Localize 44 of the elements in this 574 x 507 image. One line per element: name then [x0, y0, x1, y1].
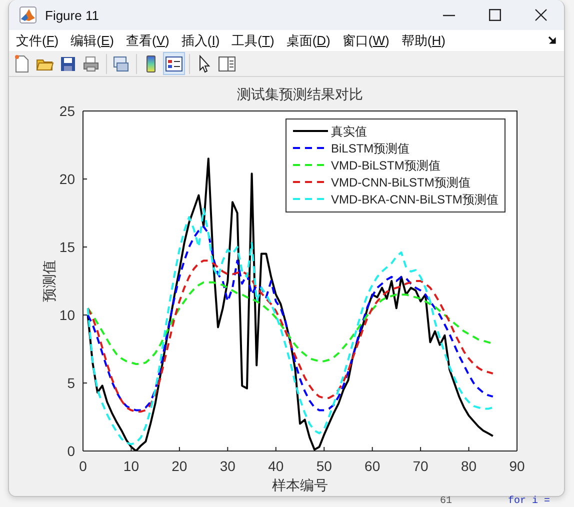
y-axis-label: 预测值	[43, 260, 58, 302]
maximize-icon	[489, 9, 501, 21]
menu-item[interactable]: 文件(F)	[12, 32, 63, 50]
app-icon	[19, 6, 37, 24]
print-icon	[81, 54, 101, 74]
tick-label: 80	[461, 458, 477, 474]
tick-label: 10	[123, 458, 139, 474]
tick-label: 0	[79, 458, 87, 474]
legend-label: 真实值	[331, 124, 367, 138]
menu-item[interactable]: 桌面(D)	[282, 32, 334, 50]
legend-label: VMD-BKA-CNN-BiLSTM预测值	[331, 192, 498, 206]
close-icon	[535, 9, 547, 21]
legend-label: VMD-CNN-BiLSTM预测值	[331, 176, 470, 190]
property-editor-icon	[217, 54, 237, 74]
window-title: Figure 11	[45, 8, 100, 22]
tick-label: 5	[67, 375, 75, 391]
tick-label: 20	[172, 458, 188, 474]
legend-label: BiLSTM预测值	[331, 142, 410, 156]
tick-label: 15	[59, 239, 75, 255]
legend-button[interactable]	[163, 52, 185, 76]
menu-item[interactable]: 编辑(E)	[66, 32, 118, 50]
code-line: for i =	[508, 497, 550, 507]
chart-title: 测试集预测结果对比	[237, 88, 363, 103]
tick-label: 50	[316, 458, 332, 474]
tick-label: 30	[220, 458, 236, 474]
legend-label: VMD-BiLSTM预测值	[331, 158, 440, 172]
linked-windows-icon	[111, 54, 131, 74]
tick-label: 10	[59, 307, 75, 323]
dock-arrow-icon[interactable]	[548, 36, 558, 46]
menu-item[interactable]: 帮助(H)	[397, 32, 450, 50]
x-axis-label: 样本编号	[272, 479, 328, 494]
line-number: 61	[440, 497, 452, 507]
tick-label: 25	[59, 103, 75, 119]
tick-label: 70	[412, 458, 428, 474]
menu-item[interactable]: 插入(I)	[177, 32, 224, 50]
menu-item[interactable]: 窗口(W)	[338, 32, 394, 50]
tick-label: 20	[59, 171, 75, 187]
tick-label: 60	[364, 458, 380, 474]
tick-label: 0	[67, 443, 75, 459]
tick-label: 40	[268, 458, 284, 474]
menu-item[interactable]: 查看(V)	[122, 32, 174, 50]
menu-item[interactable]: 工具(T)	[228, 32, 278, 50]
legend-icon	[164, 54, 184, 74]
tick-label: 90	[509, 458, 525, 474]
